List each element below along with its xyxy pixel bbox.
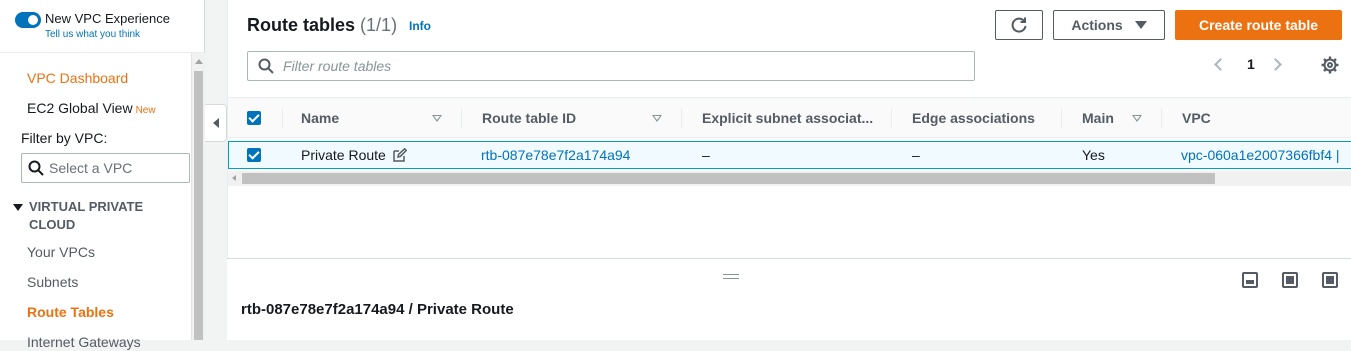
caret-left-icon [212, 118, 219, 128]
search-icon [28, 160, 44, 176]
actions-dropdown-button[interactable]: Actions [1053, 10, 1165, 40]
column-header-explicit-subnet[interactable]: Explicit subnet associat... [702, 98, 873, 138]
scroll-left-arrow-icon[interactable] [232, 175, 236, 181]
sidebar-item-vpc-dashboard[interactable]: VPC Dashboard [27, 69, 128, 87]
select-all-checkbox[interactable] [247, 98, 261, 138]
new-experience-title: New VPC Experience [45, 11, 170, 26]
caret-down-icon [1134, 21, 1147, 29]
checkbox-checked-icon [247, 148, 261, 162]
search-icon [258, 58, 274, 74]
sidebar-item-ec2-global-view[interactable]: EC2 Global View New [27, 99, 156, 120]
resize-handle-icon[interactable] [723, 274, 739, 279]
table-header: Name Route table ID Explicit subnet asso… [228, 97, 1351, 138]
sidebar-scrollbar[interactable] [191, 53, 205, 340]
column-header-main[interactable]: Main [1082, 98, 1114, 138]
panel-maximize-icon[interactable] [1282, 272, 1298, 288]
split-panel-title: rtb-087e78e7f2a174a94 / Private Route [241, 301, 514, 318]
feedback-link[interactable]: Tell us what you think [45, 28, 170, 42]
sidebar-item-internet-gateways[interactable]: Internet Gateways [27, 333, 141, 351]
checkbox-checked-icon [247, 111, 261, 125]
new-badge: New [135, 105, 156, 116]
side-navigation: New VPC Experience Tell us what you thin… [0, 0, 205, 350]
column-header-name[interactable]: Name [301, 98, 339, 138]
vpc-filter-select[interactable]: Select a VPC [21, 153, 190, 183]
main-content: Route tables (1/1) Info Actions Create r… [227, 0, 1351, 258]
cell-edge-associations: – [912, 147, 920, 163]
filter-route-tables-input[interactable]: Filter route tables [247, 51, 975, 81]
collapse-sidebar-button[interactable] [205, 104, 227, 142]
page-title: Route tables (1/1) [247, 15, 398, 35]
chevron-left-icon[interactable] [1214, 57, 1227, 71]
cell-main: Yes [1082, 147, 1105, 163]
chevron-right-icon[interactable] [1268, 57, 1282, 71]
column-header-edge-associations[interactable]: Edge associations [912, 98, 1035, 138]
cell-route-table-id-link[interactable]: rtb-087e78e7f2a174a94 [481, 142, 630, 168]
refresh-button[interactable] [995, 10, 1043, 40]
selection-count: (1/1) [360, 15, 398, 35]
scrollbar-thumb[interactable] [242, 173, 1215, 184]
refresh-icon [1011, 17, 1027, 33]
pagination: 1 [1214, 56, 1282, 72]
cell-vpc-link[interactable]: vpc-060a1e2007366fbf4 | [1181, 142, 1340, 168]
sidebar-item-subnets[interactable]: Subnets [27, 273, 78, 291]
cell-explicit-subnet: – [702, 147, 710, 163]
panel-bottom-position-icon[interactable] [1242, 272, 1258, 288]
new-experience-toggle-row: New VPC Experience Tell us what you thin… [15, 10, 170, 42]
section-title: VIRTUAL PRIVATE CLOUD [29, 199, 144, 232]
sidebar-item-label: EC2 Global View [27, 100, 133, 116]
sort-caret-icon[interactable] [1132, 115, 1142, 122]
vpc-select-placeholder: Select a VPC [49, 160, 133, 176]
table-horizontal-scrollbar[interactable] [228, 171, 1351, 186]
cell-name: Private Route [301, 142, 407, 168]
sidebar-item-your-vpcs[interactable]: Your VPCs [27, 243, 95, 261]
sort-caret-icon[interactable] [432, 115, 442, 122]
section-virtual-private-cloud[interactable]: VIRTUAL PRIVATE CLOUD [13, 198, 169, 234]
table-row[interactable]: Private Route rtb-087e78e7f2a174a94 – – … [228, 141, 1351, 169]
create-route-table-button[interactable]: Create route table [1175, 10, 1342, 40]
column-header-vpc[interactable]: VPC [1182, 98, 1211, 138]
edit-pencil-icon[interactable] [393, 148, 407, 162]
split-panel: rtb-087e78e7f2a174a94 / Private Route [227, 258, 1351, 340]
search-placeholder: Filter route tables [283, 58, 392, 74]
row-select-checkbox[interactable] [247, 142, 261, 168]
sort-caret-icon[interactable] [652, 115, 662, 122]
sidebar-divider [0, 52, 205, 53]
info-link[interactable]: Info [409, 19, 431, 33]
filter-by-vpc-label: Filter by VPC: [21, 130, 108, 146]
gear-icon[interactable] [1321, 56, 1339, 74]
new-experience-toggle[interactable] [15, 12, 41, 28]
sidebar-item-route-tables[interactable]: Route Tables [27, 303, 114, 321]
scroll-up-arrow-icon[interactable] [195, 59, 203, 64]
scrollbar-thumb[interactable] [194, 71, 203, 340]
caret-down-icon [13, 204, 23, 211]
panel-fullscreen-icon[interactable] [1322, 272, 1338, 288]
column-header-route-table-id[interactable]: Route table ID [482, 98, 576, 138]
current-page-number[interactable]: 1 [1247, 56, 1255, 72]
actions-label: Actions [1071, 17, 1123, 33]
